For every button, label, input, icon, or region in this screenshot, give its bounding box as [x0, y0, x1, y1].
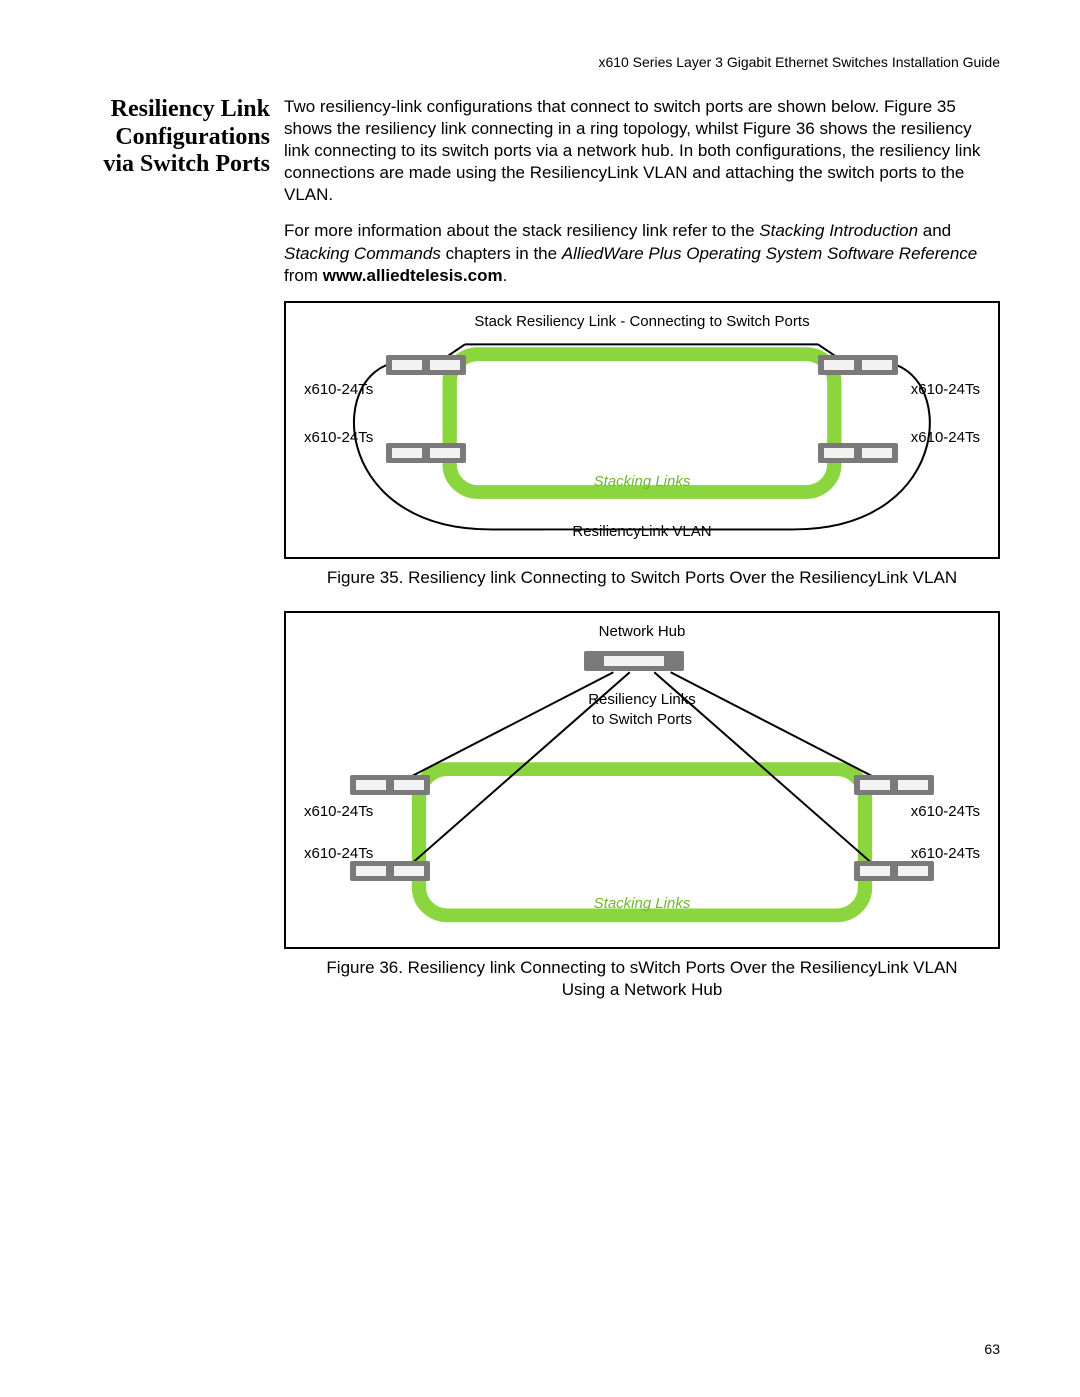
figure-36-caption: Figure 36. Resiliency link Connecting to… [324, 957, 960, 1001]
fig35-vlan-label: ResiliencyLink VLAN [286, 523, 998, 540]
fig35-label-tl: x610-24Ts [304, 381, 373, 398]
figure-35-caption: Figure 35. Resiliency link Connecting to… [324, 567, 960, 589]
switch-icon [854, 775, 934, 795]
fig36-links-line2: to Switch Ports [286, 711, 998, 728]
p2-italic-3: AlliedWare Plus Operating System Softwar… [562, 244, 977, 263]
fig35-title: Stack Resiliency Link - Connecting to Sw… [286, 313, 998, 330]
figure-36: Network Hub Resiliency Links to Switch P… [284, 611, 1000, 949]
switch-icon [854, 861, 934, 881]
switch-icon [818, 443, 898, 463]
fig36-links-line1: Resiliency Links [286, 691, 998, 708]
body-column: Two resiliency-link configurations that … [284, 96, 1000, 1023]
figure-35-lines [286, 303, 998, 557]
page-number: 63 [984, 1341, 1000, 1357]
p2-italic-1: Stacking Introduction [759, 221, 918, 240]
switch-icon [350, 775, 430, 795]
figure-35: Stack Resiliency Link - Connecting to Sw… [284, 301, 1000, 559]
p2-text: For more information about the stack res… [284, 221, 759, 240]
p2-url: www.alliedtelesis.com [323, 266, 503, 285]
fig36-label-tl: x610-24Ts [304, 803, 373, 820]
switch-icon [818, 355, 898, 375]
fig36-label-br: x610-24Ts [911, 845, 980, 862]
p2-italic-2: Stacking Commands [284, 244, 441, 263]
p2-text: . [503, 266, 508, 285]
switch-icon [350, 861, 430, 881]
paragraph-2: For more information about the stack res… [284, 220, 1000, 286]
content-columns: Resiliency Link Configurations via Switc… [100, 96, 1000, 1023]
page: x610 Series Layer 3 Gigabit Ethernet Swi… [0, 0, 1080, 1397]
fig36-stacking-label: Stacking Links [286, 895, 998, 912]
p2-text: and [918, 221, 951, 240]
fig35-label-tr: x610-24Ts [911, 381, 980, 398]
paragraph-1: Two resiliency-link configurations that … [284, 96, 1000, 206]
p2-text: from [284, 266, 323, 285]
p2-text: chapters in the [441, 244, 562, 263]
hub-icon [584, 651, 684, 671]
fig35-label-bl: x610-24Ts [304, 429, 373, 446]
fig36-hub-label: Network Hub [286, 623, 998, 640]
fig35-label-br: x610-24Ts [911, 429, 980, 446]
switch-icon [386, 443, 466, 463]
switch-icon [386, 355, 466, 375]
fig36-label-bl: x610-24Ts [304, 845, 373, 862]
fig35-stacking-label: Stacking Links [286, 473, 998, 490]
section-heading: Resiliency Link Configurations via Switc… [100, 96, 284, 179]
running-header: x610 Series Layer 3 Gigabit Ethernet Swi… [100, 54, 1000, 70]
fig36-label-tr: x610-24Ts [911, 803, 980, 820]
